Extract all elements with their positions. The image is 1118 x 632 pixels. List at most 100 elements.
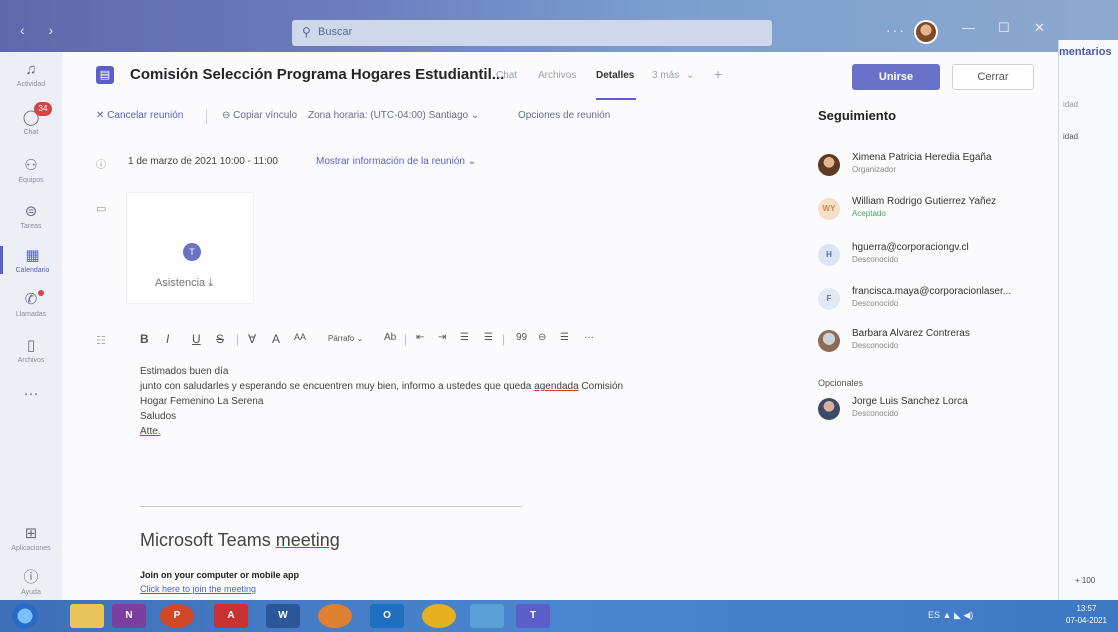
rail-item-apps[interactable]: ⊞ Aplicaciones — [0, 524, 62, 552]
cancel-meeting-button[interactable]: ✕ Cancelar reunión — [96, 110, 183, 121]
chevron-down-icon[interactable]: ⌄ — [686, 70, 694, 81]
join-button[interactable]: Unirse — [852, 64, 940, 90]
tasks-icon: ⊜ — [24, 203, 38, 220]
highlight-button[interactable]: ∀ — [248, 332, 256, 346]
attendee-item[interactable]: H hguerra@corporaciongv.cl Desconocido — [818, 242, 1058, 278]
rail-item-more[interactable]: ··· — [0, 384, 62, 404]
tracking-panel: Seguimiento Ximena Patricia Heredia Egañ… — [818, 96, 1058, 600]
divider — [206, 110, 207, 124]
calendar-icon: ▦ — [25, 247, 40, 264]
meeting-options-link[interactable]: Opciones de reunión — [518, 110, 610, 121]
background-window-peek: mentarios idad idad + 100 — [1058, 40, 1118, 600]
tab-files[interactable]: Archivos — [538, 70, 576, 81]
strikethrough-button[interactable]: S — [216, 332, 224, 346]
attendance-card[interactable]: T Asistencia ⤓ — [126, 192, 254, 304]
divider — [140, 506, 522, 507]
join-meeting-link[interactable]: Click here to join the meeting — [140, 584, 256, 594]
tab-chat[interactable]: Chat — [496, 70, 517, 81]
word-icon[interactable]: W — [266, 604, 300, 628]
search-placeholder: Buscar — [318, 26, 353, 38]
show-meeting-info-link[interactable]: Mostrar información de la reunión ⌄ — [316, 156, 476, 167]
more-format-icon[interactable]: ··· — [584, 332, 594, 343]
underline-button[interactable]: U — [192, 332, 201, 346]
rail-item-tasks[interactable]: ⊜ Tareas — [0, 202, 62, 230]
avatar — [818, 154, 840, 176]
meeting-title: Comisión Selección Programa Hogares Estu… — [130, 66, 505, 83]
quote-button[interactable]: 99 — [516, 332, 527, 343]
font-color-button[interactable]: A — [272, 332, 280, 346]
rail-item-calendar[interactable]: ▦ Calendario — [0, 246, 62, 274]
rail-item-chat[interactable]: ◯ 34 Chat — [0, 102, 62, 136]
apps-icon: ⊞ — [24, 525, 38, 542]
italic-button[interactable]: I — [166, 332, 169, 346]
zoom-level[interactable]: + 100 — [1075, 576, 1095, 585]
tab-details[interactable]: Detalles — [596, 70, 634, 81]
numbered-list-button[interactable]: ☰ — [484, 332, 493, 343]
link-button[interactable]: ⊖ — [538, 332, 546, 343]
add-tab-icon[interactable]: + — [714, 66, 722, 82]
meeting-datetime: 1 de marzo de 2021 10:00 - 11:00 — [128, 156, 278, 167]
close-window-button[interactable]: ✕ — [1034, 20, 1045, 36]
peek-text: idad — [1063, 100, 1079, 109]
back-forward-icon[interactable]: ‹ › — [20, 22, 63, 38]
teams-taskbar-icon[interactable]: T — [516, 604, 550, 628]
calendar-icon: ▤ — [96, 66, 114, 84]
taskbar-clock[interactable]: 13:57 07-04-2021 — [1066, 603, 1107, 627]
volume-icon: ◀) — [963, 610, 974, 620]
system-tray[interactable]: ES ▲ ◣ ◀) — [928, 610, 973, 621]
chrome-icon[interactable] — [422, 604, 456, 628]
avatar: WY — [818, 198, 840, 220]
attendee-item[interactable]: Ximena Patricia Heredia Egaña Organizado… — [818, 152, 1058, 188]
attendee-item[interactable]: Barbara Alvarez Contreras Desconocido — [818, 328, 1058, 364]
powerpoint-icon[interactable]: P — [160, 604, 194, 628]
meeting-body-editor[interactable]: Estimados buen día junto con saludarles … — [140, 364, 700, 439]
attendance-label[interactable]: Asistencia ⤓ — [155, 277, 213, 290]
teams-meeting-heading: Microsoft Teams meeting — [140, 530, 340, 550]
onenote-icon[interactable]: N — [112, 604, 146, 628]
file-icon: ▯ — [26, 337, 36, 354]
optional-label: Opcionales — [818, 378, 864, 388]
attendee-item[interactable]: WY William Rodrigo Gutierrez Yañez Acept… — [818, 196, 1058, 232]
peek-title: mentarios — [1059, 46, 1112, 58]
active-tab-indicator — [596, 98, 636, 100]
rail-item-activity[interactable]: ♫ Actividad — [0, 60, 62, 88]
timezone-dropdown[interactable]: Zona horaria: (UTC-04:00) Santiago ⌄ — [308, 110, 479, 121]
close-button[interactable]: Cerrar — [952, 64, 1034, 90]
start-button[interactable] — [12, 603, 38, 629]
copy-link-button[interactable]: ⊖ Copiar vínculo — [222, 110, 297, 121]
file-explorer-icon[interactable] — [70, 604, 104, 628]
clear-format-button[interactable]: Ab — [384, 332, 396, 343]
align-button[interactable]: ☰ — [560, 332, 569, 343]
acrobat-icon[interactable]: A — [214, 604, 248, 628]
search-icon: ⚲ — [302, 25, 311, 39]
attendee-item[interactable]: Jorge Luis Sanchez Lorca Desconocido — [818, 396, 1058, 432]
outlook-icon[interactable]: O — [370, 604, 404, 628]
attendee-item[interactable]: F francisca.maya@corporacionlaser... Des… — [818, 286, 1058, 322]
outdent-button[interactable]: ⇤ — [416, 332, 424, 343]
photos-icon[interactable] — [470, 604, 504, 628]
minimize-button[interactable]: — — [962, 20, 975, 35]
tab-more[interactable]: 3 más — [652, 70, 679, 81]
bullet-list-button[interactable]: ☰ — [460, 332, 469, 343]
search-input[interactable]: ⚲ Buscar — [292, 20, 772, 46]
more-options-icon[interactable]: ··· — [886, 22, 906, 38]
windows-taskbar: N P A W O T ES ▲ ◣ ◀) 13:57 07-04-2021 — [0, 600, 1118, 632]
paragraph-dropdown[interactable]: Párrafo ⌄ — [328, 334, 363, 343]
bold-button[interactable]: B — [140, 332, 149, 346]
rail-item-files[interactable]: ▯ Archivos — [0, 336, 62, 364]
maximize-button[interactable]: ☐ — [998, 20, 1010, 36]
indent-button[interactable]: ⇥ — [438, 332, 446, 343]
font-size-button[interactable]: AA — [294, 332, 306, 342]
bell-icon: ♫ — [25, 61, 37, 78]
firefox-icon[interactable] — [318, 604, 352, 628]
tracking-title: Seguimiento — [818, 108, 897, 123]
wifi-icon: ◣ — [953, 610, 961, 620]
rail-item-calls[interactable]: ✆ Llamadas — [0, 290, 62, 318]
rail-item-teams[interactable]: ⚇ Equipos — [0, 156, 62, 184]
rail-item-help[interactable]: ⓘ Ayuda — [0, 568, 62, 596]
user-avatar[interactable] — [914, 20, 938, 44]
meeting-details-pane: ▤ Comisión Selección Programa Hogares Es… — [62, 52, 1058, 600]
teams-icon: ⚇ — [24, 157, 38, 174]
avatar: H — [818, 244, 840, 266]
unread-badge: 34 — [34, 102, 52, 116]
